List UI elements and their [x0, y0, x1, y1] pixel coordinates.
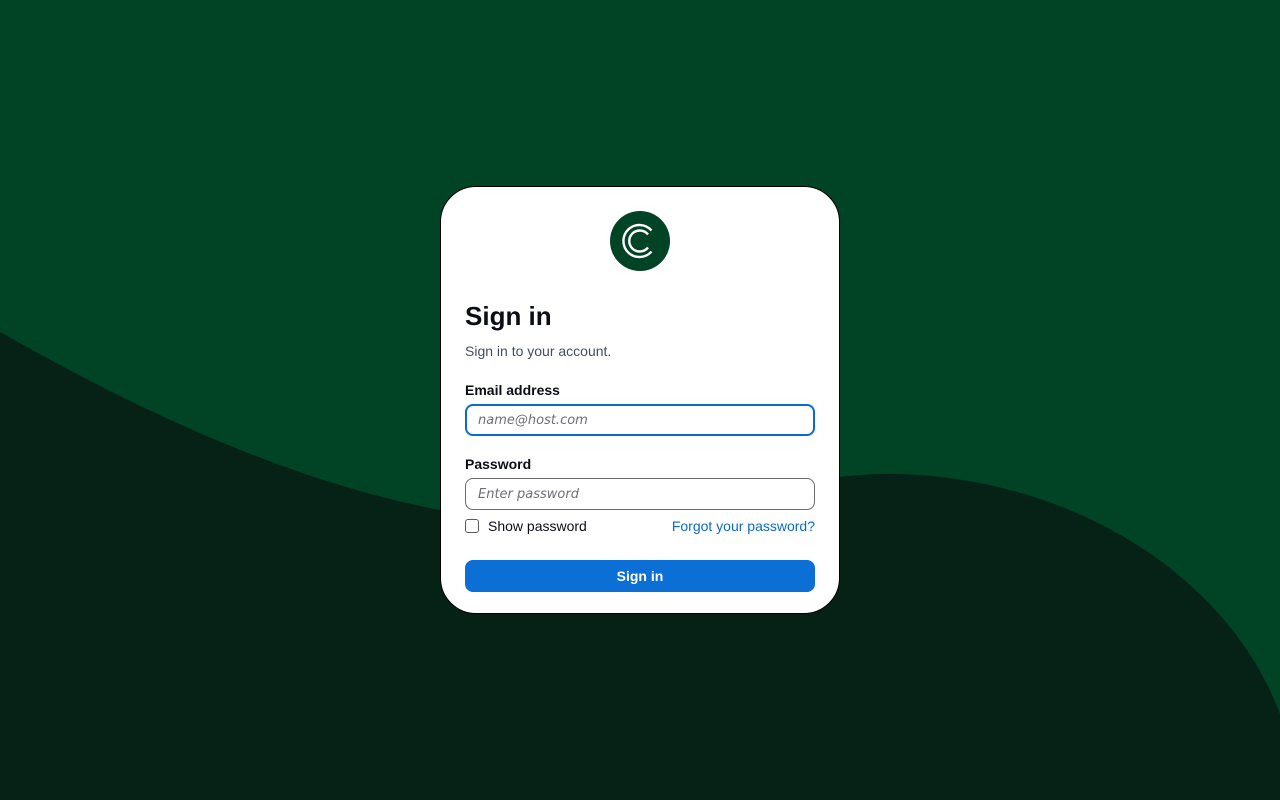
- email-label: Email address: [465, 382, 560, 399]
- signin-button[interactable]: Sign in: [465, 560, 815, 593]
- password-label: Password: [465, 456, 532, 473]
- password-input[interactable]: [465, 478, 815, 511]
- login-page: Sign in Sign in to your account. Email a…: [0, 0, 1280, 800]
- email-input[interactable]: [465, 404, 815, 437]
- signin-card: Sign in Sign in to your account. Email a…: [440, 186, 840, 614]
- show-password-checkbox[interactable]: [465, 519, 479, 534]
- page-subtitle: Sign in to your account.: [465, 343, 612, 360]
- password-options-row: Show password Forgot your password?: [465, 516, 815, 536]
- page-title: Sign in: [465, 301, 552, 331]
- show-password-toggle[interactable]: Show password: [465, 518, 587, 534]
- show-password-label: Show password: [488, 518, 587, 535]
- brand-c-logo-icon: [610, 211, 670, 271]
- forgot-password-link[interactable]: Forgot your password?: [672, 518, 815, 534]
- brand-logo: [610, 211, 670, 271]
